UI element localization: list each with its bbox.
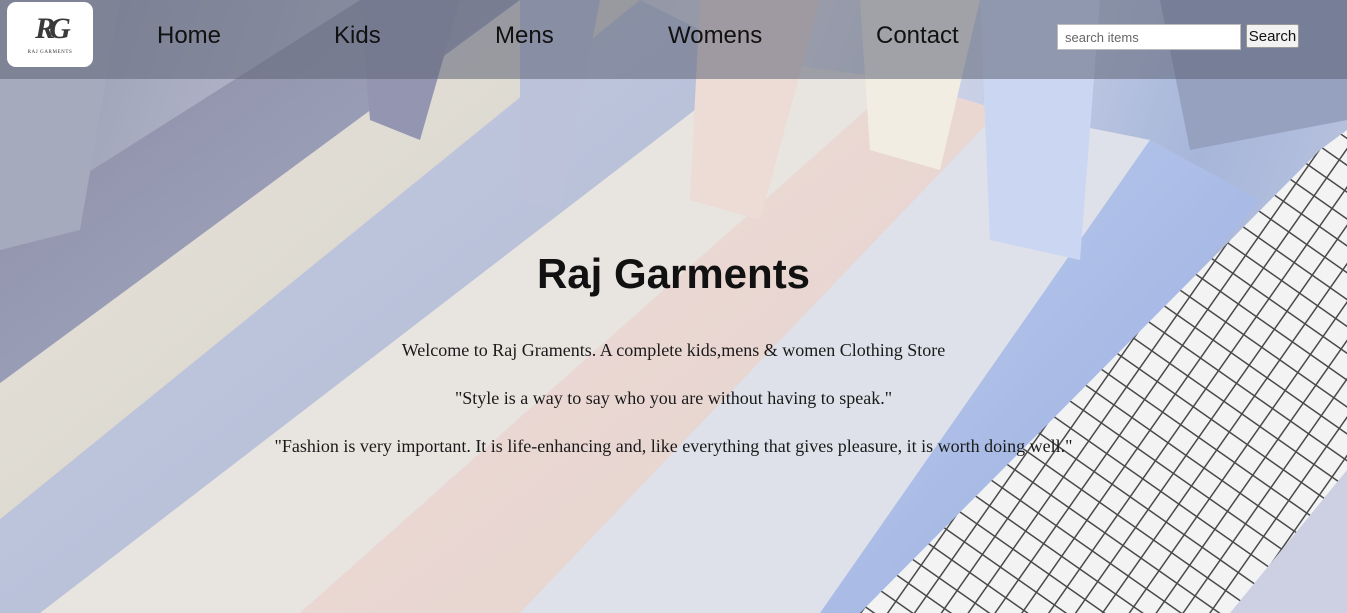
logo-mark: RG xyxy=(35,12,71,45)
nav-link-womens[interactable]: Womens xyxy=(668,22,762,50)
search-button[interactable]: Search xyxy=(1246,24,1299,48)
hero-content: Raj Garments Welcome to Raj Graments. A … xyxy=(0,248,1347,456)
welcome-text: Welcome to Raj Graments. A complete kids… xyxy=(401,340,946,360)
nav-link-contact[interactable]: Contact xyxy=(876,22,959,50)
nav-link-mens[interactable]: Mens xyxy=(495,22,554,50)
quote-fashion: "Fashion is very important. It is life-e… xyxy=(274,436,1073,456)
brand-logo[interactable]: RG RAJ GARMENTS xyxy=(7,2,93,67)
quote-style: "Style is a way to say who you are witho… xyxy=(454,388,893,408)
page-title: Raj Garments xyxy=(536,250,811,297)
navbar: RG RAJ GARMENTS Home Kids Mens Womens Co… xyxy=(0,0,1347,79)
nav-link-home[interactable]: Home xyxy=(157,22,221,50)
nav-link-kids[interactable]: Kids xyxy=(334,22,381,50)
logo-text: RAJ GARMENTS xyxy=(27,50,73,55)
search-input[interactable] xyxy=(1057,24,1241,50)
